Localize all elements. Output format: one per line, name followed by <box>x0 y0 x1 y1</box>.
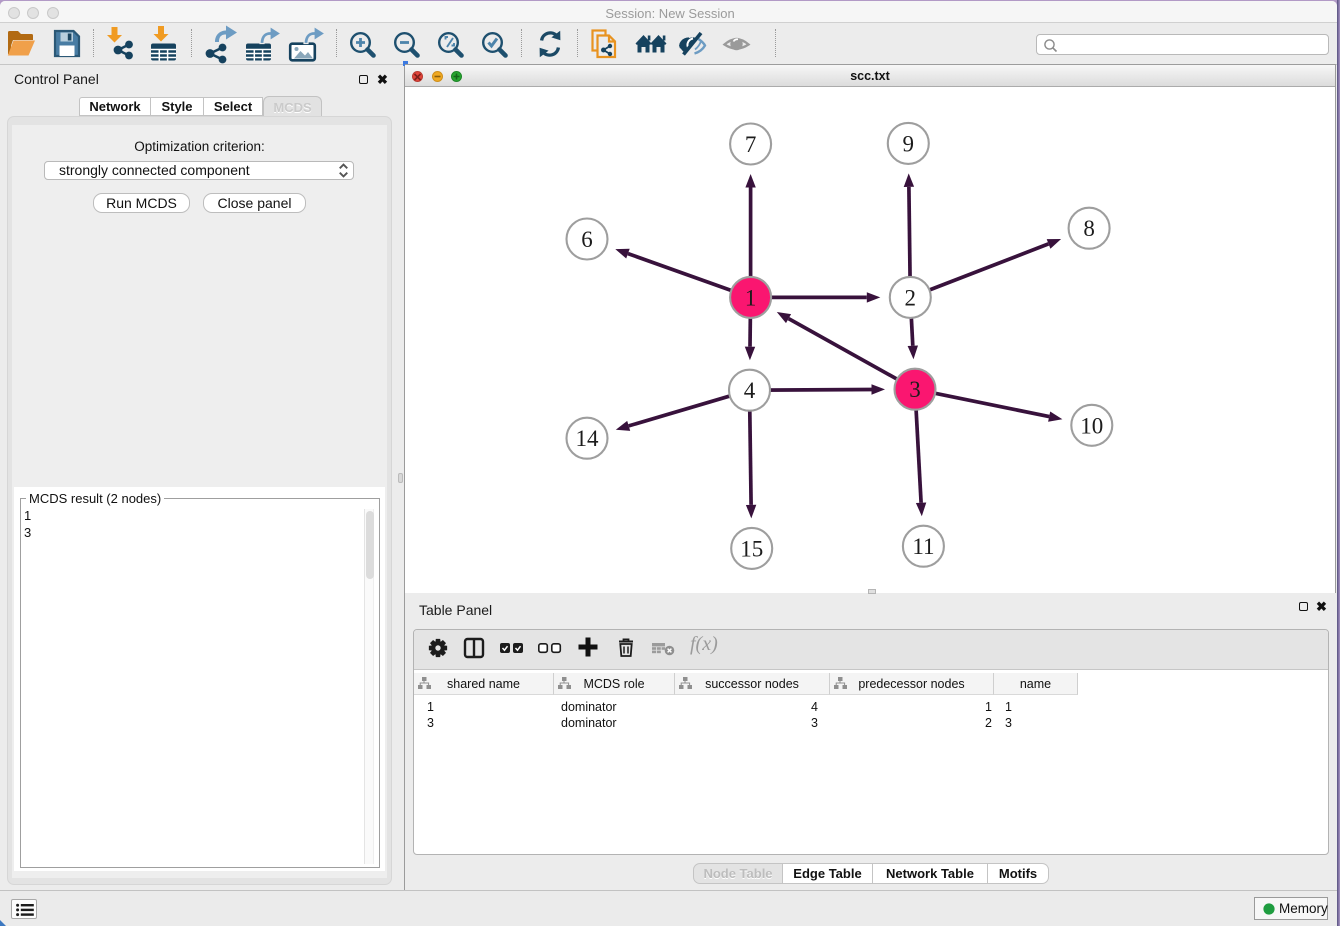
svg-text:15: 15 <box>740 536 763 561</box>
svg-text:10: 10 <box>1080 413 1103 438</box>
svg-text:4: 4 <box>744 378 756 403</box>
svg-text:1: 1 <box>745 285 757 310</box>
svg-text:11: 11 <box>912 534 934 559</box>
svg-text:9: 9 <box>903 131 915 156</box>
svg-text:14: 14 <box>576 426 600 451</box>
svg-text:3: 3 <box>909 377 921 402</box>
svg-text:2: 2 <box>905 285 917 310</box>
svg-text:7: 7 <box>745 132 757 157</box>
svg-text:6: 6 <box>581 227 593 252</box>
svg-text:8: 8 <box>1083 216 1095 241</box>
